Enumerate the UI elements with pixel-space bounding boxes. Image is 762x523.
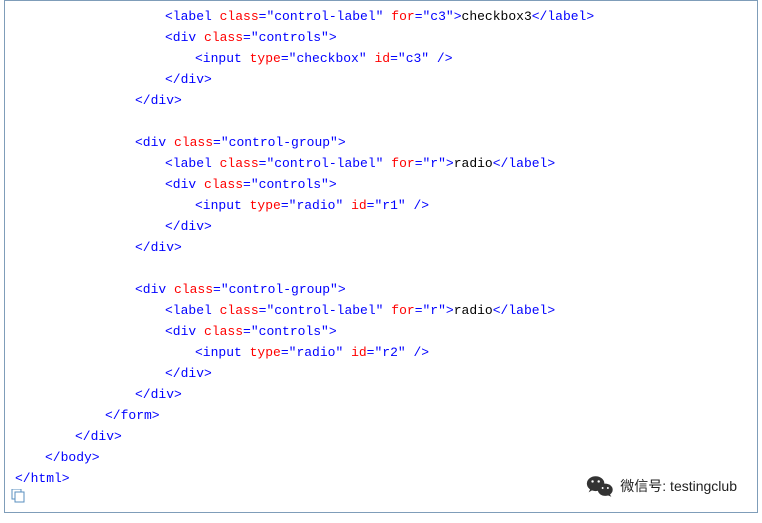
- code-line: </div>: [15, 237, 757, 258]
- code-line: </div>: [15, 363, 757, 384]
- code-block: <label class="control-label" for="c3">ch…: [4, 0, 758, 513]
- code-line: </div>: [15, 384, 757, 405]
- code-line: <label class="control-label" for="r">rad…: [15, 300, 757, 321]
- code-line: </div>: [15, 426, 757, 447]
- attr-name: class: [220, 9, 259, 24]
- code-line: <div class="controls">: [15, 321, 757, 342]
- code-line: <div class="controls">: [15, 27, 757, 48]
- code-line: <label class="control-label" for="r">rad…: [15, 153, 757, 174]
- code-line: <div class="control-group">: [15, 279, 757, 300]
- code-line: </form>: [15, 405, 757, 426]
- code-line: </div>: [15, 69, 757, 90]
- copy-icon[interactable]: [10, 489, 26, 503]
- tag-open: <label: [165, 9, 220, 24]
- code-line: <input type="checkbox" id="c3" />: [15, 48, 757, 69]
- blank-line: [15, 111, 757, 132]
- wechat-badge: 微信号: testingclub: [586, 474, 737, 498]
- blank-line: [15, 258, 757, 279]
- code-line: </div>: [15, 90, 757, 111]
- code-line: <label class="control-label" for="c3">ch…: [15, 6, 757, 27]
- text-content: checkbox3: [462, 9, 532, 24]
- code-line: <div class="control-group">: [15, 132, 757, 153]
- code-line: </div>: [15, 216, 757, 237]
- code-line: <input type="radio" id="r2" />: [15, 342, 757, 363]
- code-line: <input type="radio" id="r1" />: [15, 195, 757, 216]
- code-line: <div class="controls">: [15, 174, 757, 195]
- wechat-icon: [586, 474, 614, 498]
- attr-val: "control-label": [266, 9, 383, 24]
- code-line: </body>: [15, 447, 757, 468]
- wechat-text: 微信号: testingclub: [620, 476, 737, 496]
